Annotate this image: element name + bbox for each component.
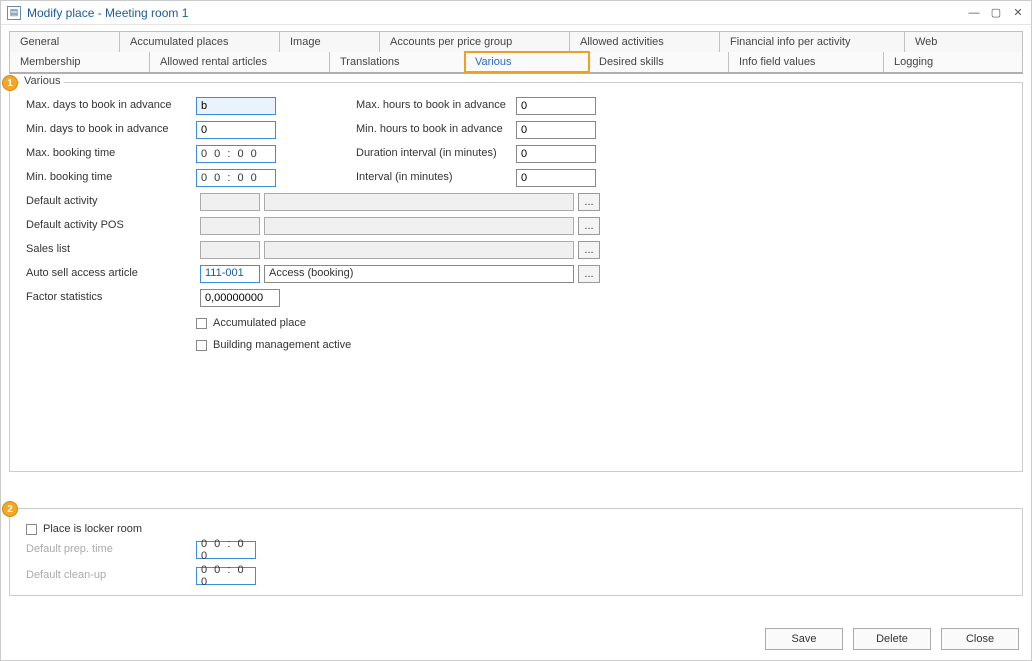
tabs-row-1: General Accumulated places Image Account… <box>9 31 1023 52</box>
titlebar: ▤ Modify place - Meeting room 1 — ▢ ✕ <box>1 1 1031 25</box>
clean-up-value: 0 0 : 0 0 <box>201 564 251 588</box>
prep-time-value: 0 0 : 0 0 <box>201 538 251 562</box>
label-auto-sell: Auto sell access article <box>26 267 196 280</box>
input-max-booking[interactable]: 0 0 : 0 0 <box>196 145 276 163</box>
label-max-booking: Max. booking time <box>26 147 196 160</box>
row-default-activity-pos: Default activity POS ... <box>26 217 1012 235</box>
save-button[interactable]: Save <box>765 628 843 650</box>
tab-allowed-rental[interactable]: Allowed rental articles <box>150 52 330 72</box>
tab-accounts-price-group[interactable]: Accounts per price group <box>380 32 570 52</box>
tabs-row-2: Membership Allowed rental articles Trans… <box>9 52 1023 74</box>
checkbox-locker[interactable] <box>26 524 37 535</box>
row-accumulated-place: Accumulated place <box>196 317 1012 329</box>
tab-membership[interactable]: Membership <box>10 52 150 72</box>
label-duration: Duration interval (in minutes) <box>356 147 516 160</box>
code-sales-list[interactable] <box>200 241 260 259</box>
minimize-icon[interactable]: — <box>967 6 981 20</box>
tab-image[interactable]: Image <box>280 32 380 52</box>
tab-translations[interactable]: Translations <box>330 52 465 72</box>
label-min-hours: Min. hours to book in advance <box>356 123 516 136</box>
window-controls: — ▢ ✕ <box>967 6 1025 20</box>
input-factor[interactable] <box>200 289 280 307</box>
tab-accumulated-places[interactable]: Accumulated places <box>120 32 280 52</box>
input-max-hours[interactable] <box>516 97 596 115</box>
input-prep-time[interactable]: 0 0 : 0 0 <box>196 541 256 559</box>
input-max-days[interactable] <box>196 97 276 115</box>
content-area: General Accumulated places Image Account… <box>1 25 1031 660</box>
app-icon: ▤ <box>7 6 21 20</box>
row-building-mgmt: Building management active <box>196 339 1012 351</box>
min-booking-value: 0 0 : 0 0 <box>201 172 259 184</box>
footer-buttons: Save Delete Close <box>9 622 1023 652</box>
label-accumulated: Accumulated place <box>213 317 306 329</box>
input-interval[interactable] <box>516 169 596 187</box>
tab-info-field-values[interactable]: Info field values <box>729 52 884 72</box>
desc-auto-sell: Access (booking) <box>264 265 574 283</box>
label-clean-up: Default clean-up <box>26 569 196 582</box>
tab-allowed-activities[interactable]: Allowed activities <box>570 32 720 52</box>
row-default-activity: Default activity ... <box>26 193 1012 211</box>
checkbox-building-mgmt[interactable] <box>196 340 207 351</box>
label-min-booking: Min. booking time <box>26 171 196 184</box>
label-max-days: Max. days to book in advance <box>26 99 196 112</box>
label-min-days: Min. days to book in advance <box>26 123 196 136</box>
lookup-default-activity-pos[interactable]: ... <box>578 217 600 235</box>
tab-general[interactable]: General <box>10 32 120 52</box>
form-grid-various: Max. days to book in advance Max. hours … <box>26 97 1012 187</box>
window-frame: ▤ Modify place - Meeting room 1 — ▢ ✕ Ge… <box>0 0 1032 661</box>
desc-default-activity <box>264 193 574 211</box>
code-default-activity-pos[interactable] <box>200 217 260 235</box>
row-sales-list: Sales list ... <box>26 241 1012 259</box>
panel-area: 1 Various Max. days to book in advance M… <box>9 74 1023 622</box>
tab-financial-info[interactable]: Financial info per activity <box>720 32 905 52</box>
callout-2: 2 <box>2 501 18 517</box>
label-sales-list: Sales list <box>26 243 196 256</box>
lookup-sales-list[interactable]: ... <box>578 241 600 259</box>
max-booking-value: 0 0 : 0 0 <box>201 148 259 160</box>
close-button[interactable]: Close <box>941 628 1019 650</box>
label-building-mgmt: Building management active <box>213 339 351 351</box>
code-default-activity[interactable] <box>200 193 260 211</box>
locker-grid: Default prep. time 0 0 : 0 0 Default cle… <box>26 541 1012 585</box>
checkbox-accumulated[interactable] <box>196 318 207 329</box>
lookup-auto-sell[interactable]: ... <box>578 265 600 283</box>
row-factor: Factor statistics <box>26 289 1012 307</box>
code-auto-sell[interactable]: 111-001 <box>200 265 260 283</box>
maximize-icon[interactable]: ▢ <box>989 6 1003 20</box>
desc-sales-list <box>264 241 574 259</box>
legend-various: Various <box>20 75 64 87</box>
delete-button[interactable]: Delete <box>853 628 931 650</box>
lookup-default-activity[interactable]: ... <box>578 193 600 211</box>
close-icon[interactable]: ✕ <box>1011 6 1025 20</box>
label-factor: Factor statistics <box>26 291 196 304</box>
callout-1: 1 <box>2 75 18 91</box>
input-min-hours[interactable] <box>516 121 596 139</box>
desc-default-activity-pos <box>264 217 574 235</box>
label-locker: Place is locker room <box>43 523 142 535</box>
tab-desired-skills[interactable]: Desired skills <box>589 52 729 72</box>
groupbox-various: 1 Various Max. days to book in advance M… <box>9 82 1023 472</box>
groupbox-locker: 2 Place is locker room Default prep. tim… <box>9 508 1023 596</box>
row-locker-check: Place is locker room <box>26 523 1012 535</box>
label-prep-time: Default prep. time <box>26 543 196 556</box>
window-title: Modify place - Meeting room 1 <box>27 6 967 20</box>
label-default-activity: Default activity <box>26 195 196 208</box>
label-max-hours: Max. hours to book in advance <box>356 99 516 112</box>
tab-logging[interactable]: Logging <box>884 52 1022 72</box>
label-default-activity-pos: Default activity POS <box>26 219 196 232</box>
input-clean-up[interactable]: 0 0 : 0 0 <box>196 567 256 585</box>
tab-web[interactable]: Web <box>905 32 1022 52</box>
tab-various[interactable]: Various <box>465 52 589 72</box>
label-interval: Interval (in minutes) <box>356 171 516 184</box>
input-min-days[interactable] <box>196 121 276 139</box>
input-duration[interactable] <box>516 145 596 163</box>
row-auto-sell: Auto sell access article 111-001 Access … <box>26 265 1012 283</box>
input-min-booking[interactable]: 0 0 : 0 0 <box>196 169 276 187</box>
